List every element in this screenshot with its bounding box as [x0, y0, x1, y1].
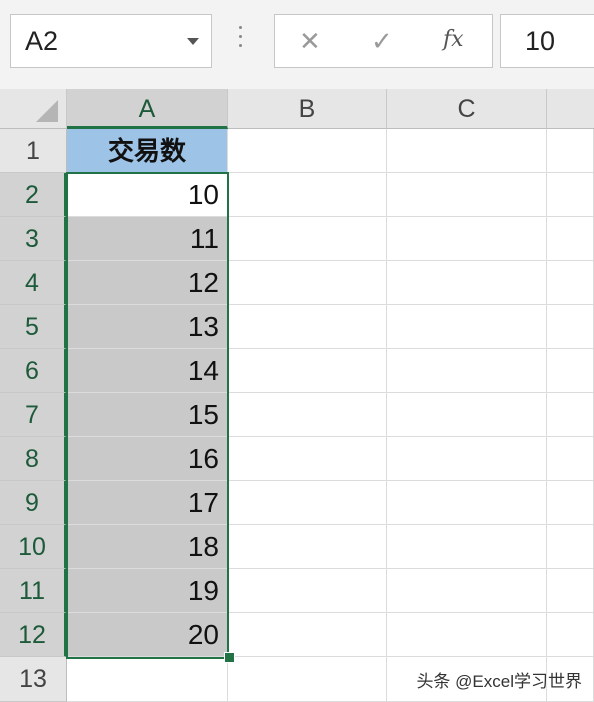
row-header-9[interactable]: 9: [0, 481, 67, 525]
cell-a10[interactable]: 18: [67, 525, 228, 569]
cell-a13[interactable]: [67, 657, 228, 702]
row-header-7[interactable]: 7: [0, 393, 67, 437]
cell-a1[interactable]: 交易数: [67, 129, 228, 173]
cell-d4[interactable]: [547, 261, 594, 305]
cell-d5[interactable]: [547, 305, 594, 349]
row-header-12[interactable]: 12: [0, 613, 67, 657]
name-box-value: A2: [25, 26, 59, 56]
cell-c3[interactable]: [387, 217, 547, 261]
cell-b11[interactable]: [228, 569, 387, 613]
cell-a3[interactable]: 11: [67, 217, 228, 261]
cell-d7[interactable]: [547, 393, 594, 437]
watermark: 头条 @Excel学习世界: [416, 672, 582, 691]
row-header-1[interactable]: 1: [0, 129, 67, 173]
cell-b1[interactable]: [228, 129, 387, 173]
row-header-3[interactable]: 3: [0, 217, 67, 261]
select-all-button[interactable]: [0, 89, 67, 129]
row-header-10[interactable]: 10: [0, 525, 67, 569]
cell-c2[interactable]: [387, 173, 547, 217]
cell-d1[interactable]: [547, 129, 594, 173]
cell-a11[interactable]: 19: [67, 569, 228, 613]
cell-d6[interactable]: [547, 349, 594, 393]
row-header-2[interactable]: 2: [0, 173, 67, 217]
cell-d12[interactable]: [547, 613, 594, 657]
row-header-4[interactable]: 4: [0, 261, 67, 305]
cell-b12[interactable]: [228, 613, 387, 657]
cell-c7[interactable]: [387, 393, 547, 437]
cell-b5[interactable]: [228, 305, 387, 349]
cancel-icon[interactable]: ✕: [299, 26, 321, 57]
column-header-d[interactable]: [547, 89, 594, 129]
cell-c6[interactable]: [387, 349, 547, 393]
cell-a4[interactable]: 12: [67, 261, 228, 305]
cell-b3[interactable]: [228, 217, 387, 261]
cell-a12[interactable]: 20: [67, 613, 228, 657]
select-all-icon: [36, 100, 58, 122]
fill-handle[interactable]: [224, 652, 235, 663]
cell-c10[interactable]: [387, 525, 547, 569]
cell-a6[interactable]: 14: [67, 349, 228, 393]
cell-b10[interactable]: [228, 525, 387, 569]
cell-b4[interactable]: [228, 261, 387, 305]
cell-b9[interactable]: [228, 481, 387, 525]
cell-c9[interactable]: [387, 481, 547, 525]
formula-value: 10: [525, 26, 556, 56]
cell-c5[interactable]: [387, 305, 547, 349]
cell-b8[interactable]: [228, 437, 387, 481]
cell-d2[interactable]: [547, 173, 594, 217]
enter-icon[interactable]: ✓: [371, 26, 393, 57]
fx-icon[interactable]: fx: [443, 27, 464, 52]
formula-bar: A2 ✕ ✓ fx 10: [0, 0, 594, 89]
cell-a9[interactable]: 17: [67, 481, 228, 525]
column-header-a[interactable]: A: [67, 89, 228, 129]
cell-d11[interactable]: [547, 569, 594, 613]
cell-d10[interactable]: [547, 525, 594, 569]
cell-b13[interactable]: [228, 657, 387, 702]
row-header-8[interactable]: 8: [0, 437, 67, 481]
cell-c8[interactable]: [387, 437, 547, 481]
cell-a7[interactable]: 15: [67, 393, 228, 437]
cell-c1[interactable]: [387, 129, 547, 173]
cell-a5[interactable]: 13: [67, 305, 228, 349]
chevron-down-icon[interactable]: [187, 38, 199, 45]
cell-d3[interactable]: [547, 217, 594, 261]
row-header-5[interactable]: 5: [0, 305, 67, 349]
cell-b2[interactable]: [228, 173, 387, 217]
column-header-c[interactable]: C: [387, 89, 547, 129]
column-header-b[interactable]: B: [228, 89, 387, 129]
cell-d9[interactable]: [547, 481, 594, 525]
cell-c4[interactable]: [387, 261, 547, 305]
cell-a2[interactable]: 10: [67, 173, 228, 217]
formula-buttons: ✕ ✓ fx: [274, 14, 493, 68]
more-icon[interactable]: [239, 26, 243, 54]
cell-d8[interactable]: [547, 437, 594, 481]
row-header-6[interactable]: 6: [0, 349, 67, 393]
cell-c12[interactable]: [387, 613, 547, 657]
cell-b6[interactable]: [228, 349, 387, 393]
formula-input[interactable]: 10: [500, 14, 594, 68]
cell-b7[interactable]: [228, 393, 387, 437]
cell-c11[interactable]: [387, 569, 547, 613]
name-box[interactable]: A2: [10, 14, 212, 68]
cell-a8[interactable]: 16: [67, 437, 228, 481]
row-header-13[interactable]: 13: [0, 657, 67, 702]
row-header-11[interactable]: 11: [0, 569, 67, 613]
